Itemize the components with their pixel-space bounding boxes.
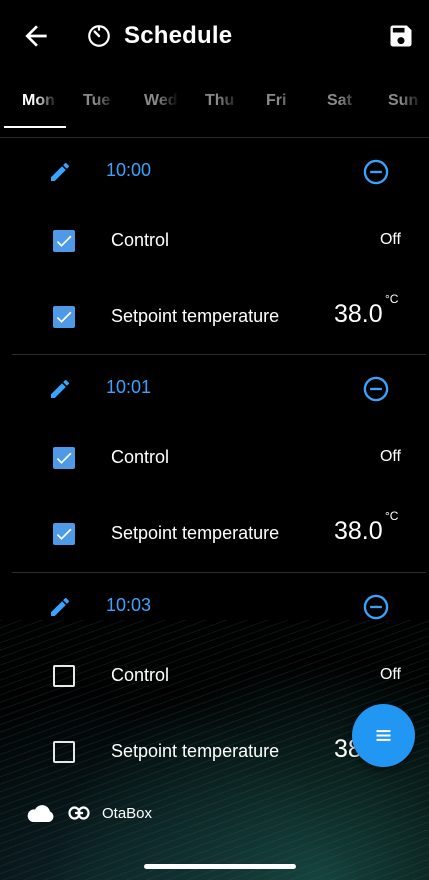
tab-monday[interactable]: Mon (0, 80, 61, 128)
control-checkbox[interactable] (53, 665, 75, 687)
control-row: Control Off (0, 647, 429, 707)
temperature-unit: °C (385, 509, 399, 523)
tab-saturday[interactable]: Sat (305, 80, 366, 128)
page-title: Schedule (124, 22, 233, 49)
entry-time[interactable]: 10:03 (106, 595, 151, 616)
setpoint-row: Setpoint temperature 38.0 °C (0, 505, 429, 565)
control-row: Control Off (0, 429, 429, 489)
menu-icon (376, 730, 391, 741)
entry-time[interactable]: 10:00 (106, 160, 151, 181)
tab-friday[interactable]: Fri (244, 80, 305, 128)
schedule-entry: 10:00 Control Off Setpoint temperature 3… (0, 138, 429, 356)
entry-header: 10:00 (0, 138, 429, 204)
entry-time[interactable]: 10:01 (106, 377, 151, 398)
top-app-bar: Schedule (0, 0, 429, 70)
control-row: Control Off (0, 212, 429, 272)
tab-thursday[interactable]: Thu (183, 80, 244, 128)
remove-circle-icon[interactable] (362, 375, 390, 403)
control-value[interactable]: Off (380, 231, 401, 249)
edit-icon[interactable] (48, 595, 72, 619)
setpoint-row: Setpoint temperature 38.0 °C (0, 288, 429, 348)
check-icon (56, 528, 72, 540)
cloud-icon (27, 805, 54, 822)
tab-wednesday[interactable]: Wed (122, 80, 183, 128)
page-title-group: Schedule (86, 18, 232, 54)
check-icon (56, 311, 72, 323)
control-label: Control (111, 230, 170, 250)
check-icon (56, 452, 72, 464)
control-checkbox[interactable] (53, 230, 75, 252)
entry-header: 10:01 (0, 355, 429, 421)
control-label: Control (111, 665, 170, 685)
active-tab-indicator (4, 126, 66, 128)
tab-tuesday[interactable]: Tue (61, 80, 122, 128)
temperature-unit: °C (385, 292, 399, 306)
remove-circle-icon[interactable] (362, 158, 390, 186)
control-label: Control (111, 447, 170, 467)
back-button[interactable] (20, 20, 52, 52)
connection-status: OtaBox (26, 800, 152, 826)
edit-icon[interactable] (48, 160, 72, 184)
timer-icon (88, 25, 110, 47)
setpoint-checkbox[interactable] (53, 306, 75, 328)
setpoint-label: Setpoint temperature (111, 523, 280, 543)
schedule-entry: 10:01 Control Off Setpoint temperature 3… (0, 355, 429, 573)
arrow-back-icon (25, 25, 47, 47)
link-icon (68, 806, 90, 820)
save-icon (390, 25, 412, 47)
weekday-tabs: Mon Tue Wed Thu Fri Sat Sun (0, 80, 429, 128)
home-indicator[interactable] (144, 864, 296, 869)
setpoint-label: Setpoint temperature (111, 306, 280, 326)
setpoint-value[interactable]: 38.0 (334, 300, 383, 329)
control-value[interactable]: Off (380, 666, 401, 684)
check-icon (56, 235, 72, 247)
setpoint-value[interactable]: 38.0 (334, 517, 383, 546)
tab-sunday[interactable]: Sun (366, 80, 427, 128)
setpoint-label: Setpoint temperature (111, 741, 280, 761)
edit-icon[interactable] (48, 377, 72, 401)
menu-fab-button[interactable] (352, 704, 415, 767)
setpoint-checkbox[interactable] (53, 741, 75, 763)
control-checkbox[interactable] (53, 447, 75, 469)
remove-circle-icon[interactable] (362, 593, 390, 621)
save-button[interactable] (387, 22, 415, 50)
setpoint-checkbox[interactable] (53, 523, 75, 545)
entry-header: 10:03 (0, 573, 429, 639)
control-value[interactable]: Off (380, 448, 401, 466)
device-name: OtaBox (102, 804, 153, 822)
